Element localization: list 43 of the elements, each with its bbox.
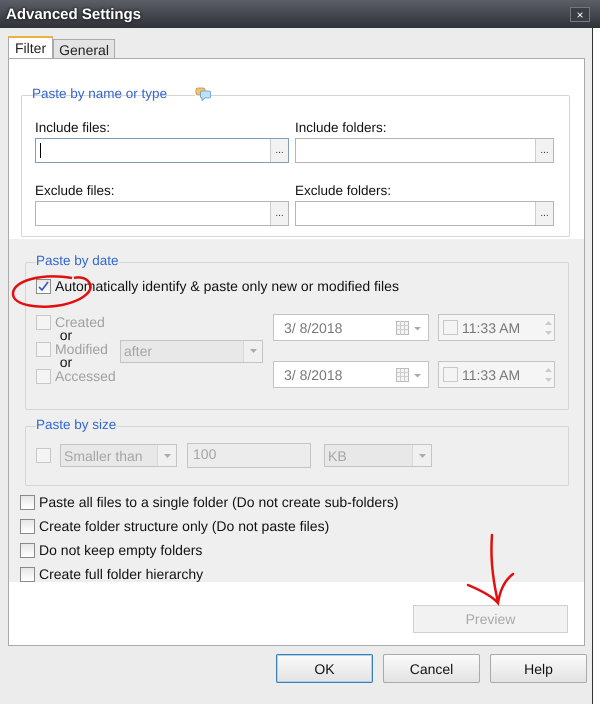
spinner-icon [545,366,552,383]
checkbox-label: Create folder structure only (Do not paste files) [39,518,330,534]
text-field[interactable]: ... [35,138,289,163]
dialog-button[interactable]: Help [490,654,587,683]
dropdown-arrow-icon [164,454,170,458]
connector-text: or [60,357,72,368]
group-title: Paste by size [36,417,116,432]
group-title: Paste by date [36,253,119,268]
text-field[interactable]: ... [295,138,554,163]
field-label: Exclude files: [35,183,116,198]
browse-button[interactable]: ... [535,202,553,225]
field-label: Exclude folders: [295,183,392,198]
checkbox[interactable] [20,542,35,558]
dropdown-arrow-icon [418,454,426,458]
checkbox-label: Do not keep empty folders [39,542,202,558]
tab[interactable]: General [53,39,115,58]
close-button[interactable]: × [570,6,590,22]
calendar-icon [396,320,424,335]
checkbox[interactable] [20,566,35,582]
dropdown-arrow-icon [250,349,256,354]
browse-button[interactable]: ... [270,202,288,225]
field-label: Include folders: [295,120,388,135]
checkbox-label: Accessed [55,368,116,384]
checkbox-label: Create full folder hierarchy [39,566,204,582]
checkbox[interactable] [20,494,35,510]
browse-button[interactable]: ... [535,139,553,162]
field-label: Include files: [35,120,112,135]
checkbox-label: Modified [55,341,108,358]
checkbox-label: Created [55,314,105,330]
spinner-icon [545,320,552,336]
text-field[interactable]: ... [35,201,289,226]
calendar-icon [396,368,424,382]
group-title: Paste by name or type [32,86,168,101]
dialog-button[interactable]: OK [276,654,373,683]
checkbox[interactable] [20,518,35,534]
dialog-button[interactable]: Cancel [383,654,480,683]
connector-text: or [60,330,72,342]
tab[interactable]: Filter [8,36,54,58]
window-title: Advanced Settings [6,6,142,22]
checkbox-label: Paste all files to a single folder (Do not create sub-folders) [39,494,399,510]
text-field[interactable]: ... [295,201,554,226]
annotation-arrow [466,534,514,604]
browse-button[interactable]: ... [270,139,288,162]
